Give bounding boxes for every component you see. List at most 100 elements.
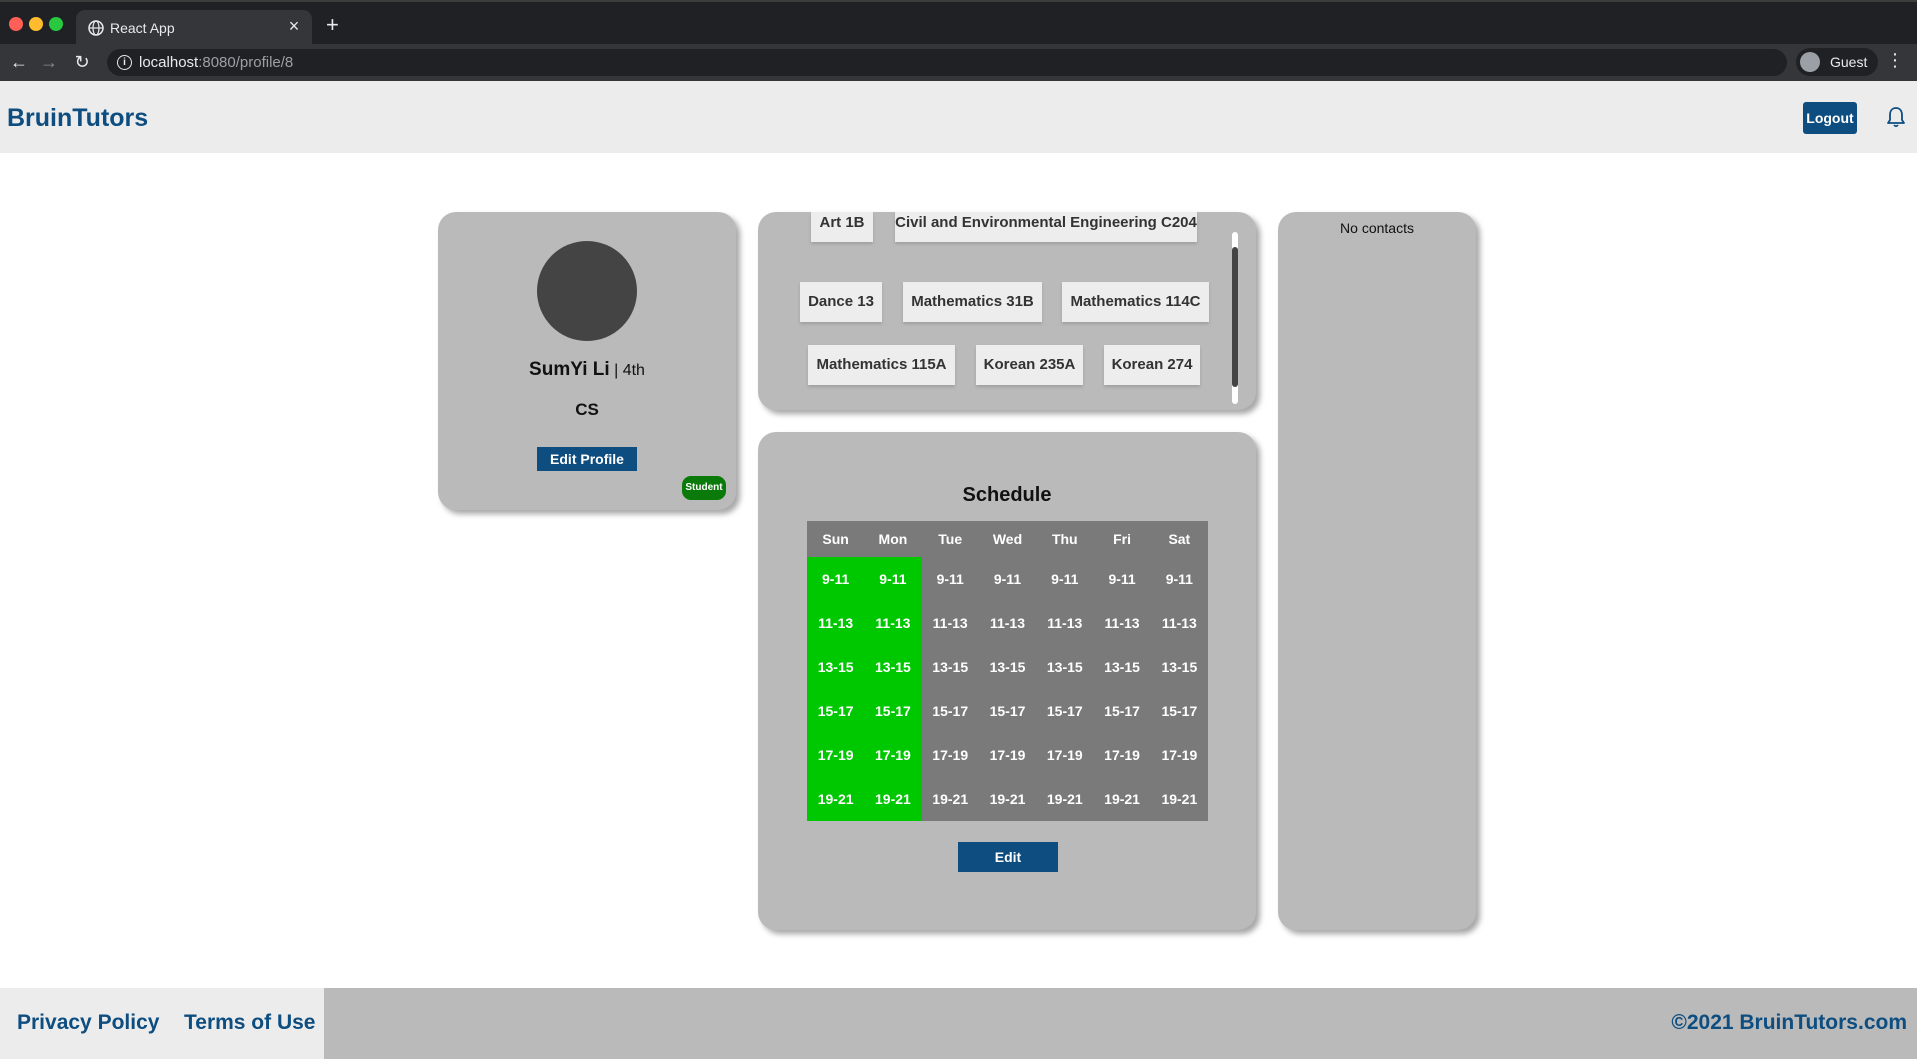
schedule-slot[interactable]: 11-13 [1036, 601, 1093, 645]
back-icon[interactable]: ← [8, 51, 30, 73]
schedule-slot[interactable]: 11-13 [1093, 601, 1150, 645]
student-badge: Student [682, 476, 726, 500]
schedule-slot[interactable]: 15-17 [807, 689, 865, 733]
schedule-slot[interactable]: 17-19 [807, 733, 865, 777]
schedule-slot[interactable]: 11-13 [922, 601, 979, 645]
schedule-day-header: Sat [1168, 531, 1191, 547]
no-contacts-text: No contacts [1340, 220, 1414, 236]
avatar [537, 241, 637, 341]
profile-name: SumYi Li [529, 359, 610, 380]
schedule-slot[interactable]: 11-13 [1151, 601, 1208, 645]
address-bar[interactable]: i localhost:8080/profile/8 [107, 49, 1787, 76]
browser-tab-strip: React App × + [0, 0, 1917, 46]
schedule-slot[interactable]: 11-13 [864, 601, 922, 645]
new-tab-button[interactable]: + [326, 14, 339, 36]
schedule-slot[interactable]: 9-11 [1036, 557, 1093, 601]
schedule-slot[interactable]: 13-15 [979, 645, 1036, 689]
schedule-slot[interactable]: 13-15 [1151, 645, 1208, 689]
schedule-slot[interactable]: 15-17 [979, 689, 1036, 733]
class-chip[interactable]: Art 1B [811, 212, 873, 242]
schedule-card: Schedule Sun 9-11 11-13 13-15 15-17 17-19 19-2… [758, 432, 1256, 930]
schedule-slot[interactable]: 11-13 [979, 601, 1036, 645]
schedule-slot[interactable]: 9-11 [1093, 557, 1150, 601]
schedule-day-header: Fri [1113, 531, 1131, 547]
schedule-slot[interactable]: 19-21 [1093, 777, 1150, 821]
window-maximize-button[interactable] [49, 17, 63, 31]
footer: Privacy Policy Terms of Use ©2021 BruinT… [0, 988, 1917, 1059]
schedule-slot[interactable]: 9-11 [864, 557, 922, 601]
schedule-slot[interactable]: 11-13 [807, 601, 865, 645]
classes-scrollbar-thumb[interactable] [1232, 247, 1238, 387]
privacy-policy-link[interactable]: Privacy Policy [17, 1011, 159, 1035]
schedule-slot[interactable]: 9-11 [979, 557, 1036, 601]
class-chip[interactable]: Mathematics 114C [1062, 282, 1209, 322]
schedule-slot[interactable]: 17-19 [922, 733, 979, 777]
schedule-title: Schedule [962, 484, 1052, 506]
schedule-slot[interactable]: 19-21 [864, 777, 922, 821]
browser-toolbar: ← → ↻ i localhost:8080/profile/8 Guest ⋮ [0, 44, 1917, 81]
app-header: BruinTutors Logout [0, 81, 1917, 153]
schedule-slot[interactable]: 9-11 [922, 557, 979, 601]
classes-card: Art 1B Civil and Environmental Engineeri… [758, 212, 1256, 410]
profile-button[interactable]: Guest [1796, 48, 1878, 76]
schedule-slot[interactable]: 13-15 [864, 645, 922, 689]
brand-logo[interactable]: BruinTutors [7, 104, 148, 133]
schedule-slot[interactable]: 15-17 [922, 689, 979, 733]
terms-of-use-link[interactable]: Terms of Use [184, 1011, 316, 1035]
edit-profile-button[interactable]: Edit Profile [537, 447, 637, 471]
tab-title: React App [110, 20, 175, 36]
schedule-slot[interactable]: 13-15 [1036, 645, 1093, 689]
class-chip[interactable]: Korean 235A [976, 345, 1083, 385]
schedule-slot[interactable]: 19-21 [1036, 777, 1093, 821]
class-chip[interactable]: Korean 274 [1104, 345, 1200, 385]
class-chip[interactable]: Mathematics 115A [808, 345, 955, 385]
schedule-slot[interactable]: 9-11 [807, 557, 865, 601]
profile-label: Guest [1830, 54, 1868, 70]
schedule-slot[interactable]: 17-19 [1036, 733, 1093, 777]
schedule-slot[interactable]: 19-21 [1151, 777, 1208, 821]
copyright-text: ©2021 BruinTutors.com [1671, 1011, 1907, 1034]
footer-links: Privacy Policy Terms of Use [0, 988, 324, 1059]
schedule-day-header: Mon [878, 531, 908, 547]
schedule-day-header: Thu [1051, 531, 1078, 547]
info-icon[interactable]: i [117, 55, 132, 70]
schedule-slot[interactable]: 15-17 [1151, 689, 1208, 733]
schedule-slot[interactable]: 13-15 [807, 645, 865, 689]
contacts-card: No contacts [1278, 212, 1476, 930]
tab-close-button[interactable]: × [284, 16, 304, 37]
schedule-edit-button[interactable]: Edit [958, 842, 1058, 872]
schedule-slot[interactable]: 15-17 [1036, 689, 1093, 733]
schedule-day-header: Tue [938, 531, 963, 547]
window-minimize-button[interactable] [29, 17, 43, 31]
window-close-button[interactable] [9, 17, 23, 31]
schedule-slot[interactable]: 15-17 [1093, 689, 1150, 733]
browser-tab[interactable]: React App × [76, 10, 312, 46]
forward-icon[interactable]: → [38, 51, 60, 73]
class-chip[interactable]: Civil and Environmental Engineering C204 [895, 212, 1197, 242]
profile-name-line: SumYi Li | 4th [438, 359, 736, 381]
schedule-slot[interactable]: 19-21 [979, 777, 1036, 821]
schedule-slot[interactable]: 17-19 [864, 733, 922, 777]
profile-major: CS [575, 400, 599, 419]
schedule-slot[interactable]: 9-11 [1151, 557, 1208, 601]
class-chip[interactable]: Mathematics 31B [903, 282, 1042, 322]
schedule-slot[interactable]: 17-19 [1093, 733, 1150, 777]
schedule-slot[interactable]: 15-17 [864, 689, 922, 733]
url-text[interactable]: localhost:8080/profile/8 [139, 54, 293, 71]
logout-button[interactable]: Logout [1803, 102, 1857, 134]
schedule-slot[interactable]: 19-21 [922, 777, 979, 821]
profile-year: 4th [622, 362, 645, 379]
more-vert-icon[interactable]: ⋮ [1886, 50, 1904, 71]
schedule-slot[interactable]: 13-15 [922, 645, 979, 689]
schedule-grid: Sun 9-11 11-13 13-15 15-17 17-19 19-21 Mon 9-11 1… [807, 521, 1208, 821]
class-chip[interactable]: Dance 13 [800, 282, 882, 322]
schedule-slot[interactable]: 13-15 [1093, 645, 1150, 689]
globe-icon [88, 20, 104, 36]
bell-icon[interactable] [1886, 106, 1906, 128]
schedule-slot[interactable]: 19-21 [807, 777, 865, 821]
schedule-slot[interactable]: 17-19 [979, 733, 1036, 777]
profile-card: SumYi Li | 4th CS Edit Profile Student [438, 212, 736, 510]
schedule-slot[interactable]: 17-19 [1151, 733, 1208, 777]
schedule-day-header: Wed [992, 531, 1023, 547]
reload-icon[interactable]: ↻ [71, 51, 93, 73]
